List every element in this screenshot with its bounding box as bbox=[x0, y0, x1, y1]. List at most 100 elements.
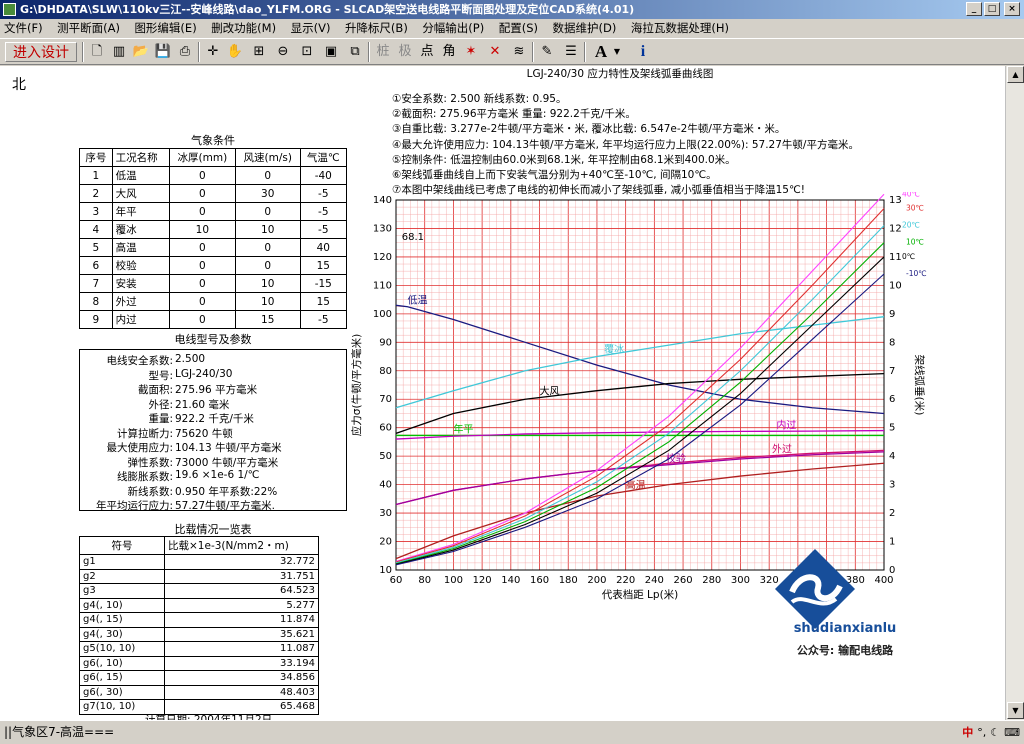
print-icon[interactable]: ⎙ bbox=[176, 42, 194, 62]
zoom-all-icon[interactable]: ▣ bbox=[322, 42, 340, 62]
table-cell: 1 bbox=[79, 166, 113, 185]
toolbar-separator bbox=[532, 42, 534, 62]
calc-date: 计算日期: 2004年11月2日 bbox=[145, 714, 273, 720]
y-tick-label: 50 bbox=[379, 451, 392, 462]
menu-helava[interactable]: 海拉瓦数据处理(H) bbox=[631, 21, 729, 35]
table-cell: g4(, 10) bbox=[79, 597, 165, 613]
y-tick-label: 100 bbox=[373, 309, 392, 320]
table-cell: 10 bbox=[234, 220, 301, 239]
menu-data[interactable]: 数据维护(D) bbox=[553, 21, 617, 35]
vertical-scrollbar[interactable]: ▲ ▼ bbox=[1005, 66, 1024, 720]
toolbar: 进入设计 🗋 ▥ 📂 💾 ⎙ ✛ ✋ ⊞ ⊖ ⊡ ▣ ⧉ 桩 极 点 角 ✶ ✕… bbox=[0, 38, 1024, 65]
param-row: 截面积: 275.96 平方毫米 bbox=[80, 382, 348, 397]
menu-delete-modify[interactable]: 删改功能(M) bbox=[211, 21, 276, 35]
table-row: 6 校验 0 0 15 bbox=[79, 256, 348, 275]
ime-chinese-icon[interactable]: 中 bbox=[962, 722, 973, 744]
table-cell: g6(, 10) bbox=[79, 655, 165, 671]
x-tick-label: 220 bbox=[616, 575, 635, 586]
font-icon[interactable]: A bbox=[590, 42, 612, 62]
sag-curve-label: 20℃ bbox=[902, 221, 920, 230]
menu-output[interactable]: 分幅输出(P) bbox=[422, 21, 484, 35]
minimize-button[interactable]: _ bbox=[966, 2, 982, 16]
x-tick-label: 260 bbox=[674, 575, 693, 586]
param-row: 最大使用应力: 104.13 牛顿/平方毫米 bbox=[80, 440, 348, 455]
table-cell: 安装 bbox=[111, 274, 170, 293]
new-file-icon[interactable]: 🗋 bbox=[88, 42, 106, 62]
param-row: 弹性系数: 73000 牛顿/平方毫米 bbox=[80, 455, 348, 470]
drawing-canvas[interactable]: 北 气象条件 序号 工况名称 冰厚(mm) 风速(m/s) 气温℃ 1 低温 0 0-… bbox=[0, 66, 1005, 720]
note-line: ⑤控制条件: 低温控制由60.0米到68.1米, 年平控制由68.1米到400.… bbox=[392, 153, 736, 166]
menu-file[interactable]: 文件(F) bbox=[4, 21, 43, 35]
load-table-title: 比载情况一览表 bbox=[174, 523, 252, 536]
scroll-up-icon[interactable]: ▲ bbox=[1007, 66, 1024, 83]
param-row: 计算拉断力: 75620 牛顿 bbox=[80, 426, 348, 441]
table-cell: 0 bbox=[168, 184, 236, 203]
title-bar: G:\DHDATA\SLW\110kv三江--安峰线路\dao_YLFM.ORG… bbox=[0, 0, 1024, 19]
zoom-out-icon[interactable]: ⊖ bbox=[274, 42, 292, 62]
param-value: 275.96 平方毫米 bbox=[175, 384, 258, 396]
save-icon[interactable]: 💾 bbox=[154, 42, 172, 62]
tool-angle[interactable]: 角 bbox=[440, 42, 458, 62]
punctuation-icon[interactable]: °, bbox=[977, 722, 986, 744]
table-row: g4(, 10) 5.277 bbox=[79, 597, 319, 613]
table-header-row: 符号 比载×1e-3(N/mm2・m) bbox=[79, 536, 319, 555]
status-bar: ||气象区7-高温=== 中 °, ☾ ⌨ bbox=[0, 720, 1024, 744]
toolbar-separator bbox=[584, 42, 586, 62]
param-row: 重量: 922.2 千克/千米 bbox=[80, 411, 348, 426]
properties-icon[interactable]: ☰ bbox=[562, 42, 580, 62]
wire-params-title: 电线型号及参数 bbox=[174, 333, 252, 346]
param-label: 新线系数: bbox=[127, 485, 173, 498]
menu-survey[interactable]: 测平断面(A) bbox=[57, 21, 120, 35]
redraw-icon[interactable]: ⧉ bbox=[346, 42, 364, 62]
param-row: 外径: 21.60 毫米 bbox=[80, 397, 348, 412]
wire-params-box: 电线安全系数: 2.500 型号: LGJ-240/30 截面积: 275.96 平方毫米… bbox=[79, 349, 348, 512]
stress-curve-label: 年平 bbox=[453, 422, 473, 435]
menu-scale[interactable]: 升降标尺(B) bbox=[345, 21, 408, 35]
param-value: 2.500 bbox=[175, 353, 206, 365]
table-cell: 校验 bbox=[111, 256, 170, 275]
pan-hand-icon[interactable]: ✋ bbox=[226, 42, 244, 62]
menu-config[interactable]: 配置(S) bbox=[499, 21, 538, 35]
table-cell: g4(, 15) bbox=[79, 612, 165, 628]
param-label: 弹性系数: bbox=[127, 456, 173, 469]
close-button[interactable]: × bbox=[1004, 2, 1020, 16]
keyboard-icon[interactable]: ⌨ bbox=[1004, 722, 1020, 744]
menu-graphic-edit[interactable]: 图形编辑(E) bbox=[134, 21, 196, 35]
table-row: g5(10, 10) 11.087 bbox=[79, 641, 319, 657]
crosshair-icon[interactable]: ✛ bbox=[204, 42, 222, 62]
page-icon[interactable]: ▥ bbox=[110, 42, 128, 62]
y-tick-label: 120 bbox=[373, 252, 392, 263]
info-icon[interactable]: i bbox=[634, 42, 652, 62]
param-row: 新线系数: 0.950 年平系数:22% bbox=[80, 484, 348, 499]
document-edit-icon[interactable]: ✎ bbox=[538, 42, 556, 62]
moon-icon[interactable]: ☾ bbox=[990, 722, 1000, 744]
open-folder-icon[interactable]: 📂 bbox=[132, 42, 150, 62]
layers-icon[interactable]: ≋ bbox=[510, 42, 528, 62]
zoom-extents-icon[interactable]: ⊡ bbox=[298, 42, 316, 62]
table-cell: 10 bbox=[234, 292, 301, 311]
menu-view[interactable]: 显示(V) bbox=[291, 21, 331, 35]
cross-tower-icon[interactable]: ✕ bbox=[486, 42, 504, 62]
stress-curve-label: 内过 bbox=[776, 418, 796, 431]
table-cell: 0 bbox=[168, 166, 236, 185]
table-cell: 6 bbox=[79, 256, 113, 275]
table-cell: 10 bbox=[168, 220, 236, 239]
enter-design-button[interactable]: 进入设计 bbox=[5, 42, 77, 62]
scroll-down-icon[interactable]: ▼ bbox=[1007, 702, 1024, 719]
zoom-window-icon[interactable]: ⊞ bbox=[250, 42, 268, 62]
y2-tick-label: 13 bbox=[889, 195, 902, 206]
tool-point[interactable]: 点 bbox=[418, 42, 436, 62]
table-cell: 0 bbox=[168, 202, 236, 221]
chevron-down-icon[interactable]: ▼ bbox=[612, 42, 622, 62]
param-value: 21.60 毫米 bbox=[175, 398, 230, 411]
tool-pole[interactable]: 极 bbox=[396, 42, 414, 62]
sag-curve-label: 30℃ bbox=[906, 204, 924, 213]
table-cell: 覆冰 bbox=[111, 220, 170, 239]
tower-red-icon[interactable]: ✶ bbox=[462, 42, 480, 62]
param-label: 截面积: bbox=[137, 384, 173, 396]
maximize-button[interactable]: □ bbox=[984, 2, 1000, 16]
tool-pile[interactable]: 桩 bbox=[374, 42, 392, 62]
table-cell: 34.856 bbox=[164, 670, 319, 686]
param-value: 75620 牛顿 bbox=[175, 427, 233, 440]
table-cell: g2 bbox=[79, 568, 165, 584]
